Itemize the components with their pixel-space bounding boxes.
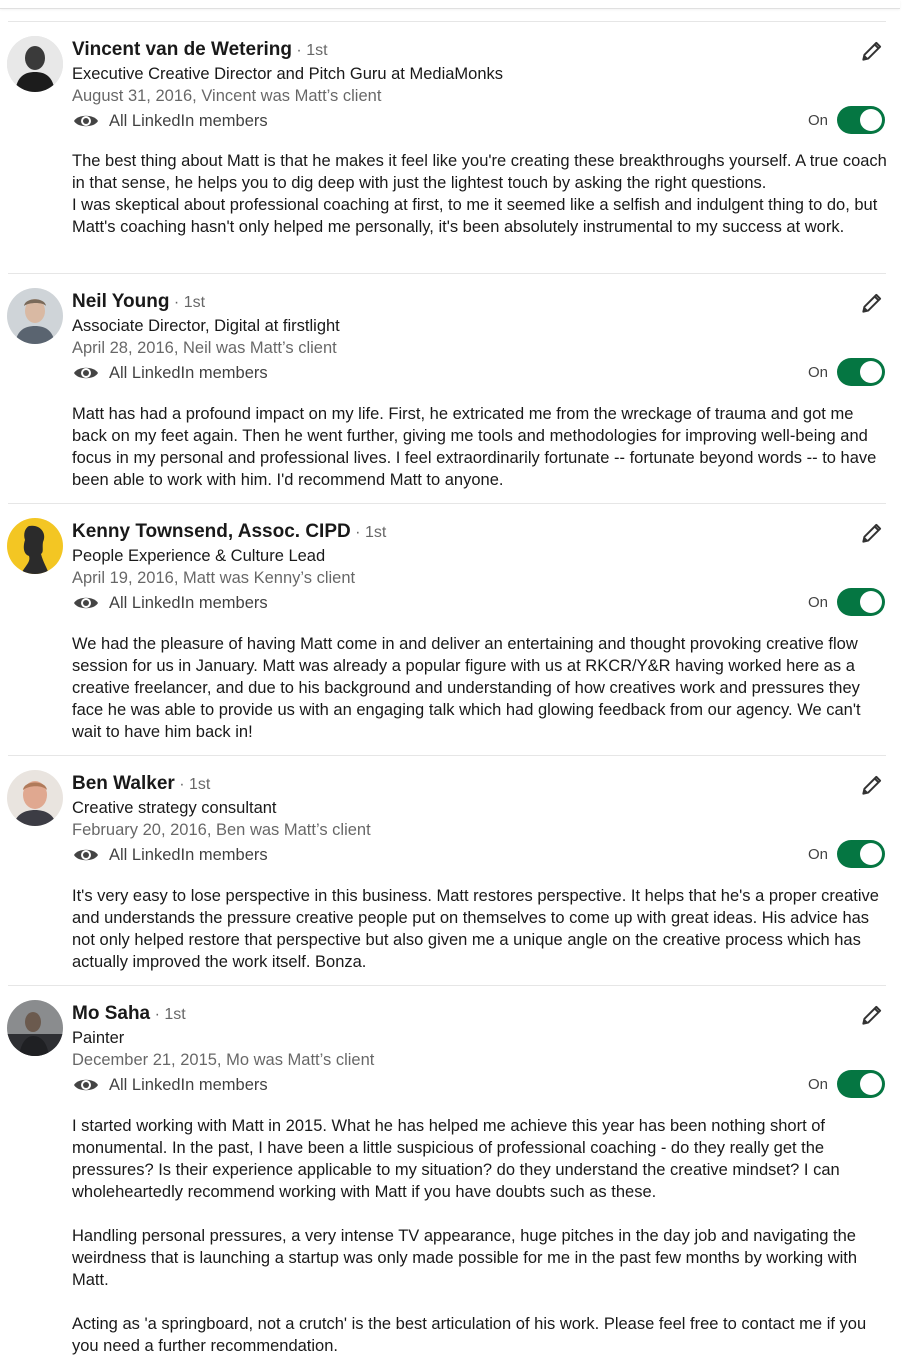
visibility-setting: All LinkedIn members xyxy=(72,842,268,868)
member-headline: Painter xyxy=(72,1029,125,1047)
toggle-switch[interactable] xyxy=(837,588,885,616)
recommendation-text: We had the pleasure of having Matt come … xyxy=(72,633,887,743)
recommendation-paragraph: We had the pleasure of having Matt come … xyxy=(72,635,861,741)
visibility-label: All LinkedIn members xyxy=(109,1075,268,1094)
connection-degree: · 1st xyxy=(173,294,206,311)
edit-button[interactable] xyxy=(859,290,885,316)
recommendation-paragraph: The best thing about Matt is that he mak… xyxy=(72,152,887,192)
avatar[interactable] xyxy=(7,1000,63,1056)
pencil-icon xyxy=(862,775,882,795)
member-headline: People Experience & Culture Lead xyxy=(72,547,326,565)
toggle-label: On xyxy=(807,111,828,129)
edit-button[interactable] xyxy=(859,38,885,64)
eye-icon xyxy=(74,597,98,609)
recommendation-paragraph: I was skeptical about professional coach… xyxy=(72,196,878,236)
toggle-label: On xyxy=(807,845,828,863)
member-name[interactable]: Mo Saha xyxy=(72,1003,150,1024)
toggle-switch[interactable] xyxy=(837,106,885,134)
connection-degree: · 1st xyxy=(179,776,211,793)
recommendation-paragraph: It's very easy to lose perspective in th… xyxy=(72,887,879,971)
toggle-switch[interactable] xyxy=(837,1070,885,1098)
recommendation-date: April 19, 2016, Matt was Kenny’s client xyxy=(72,569,356,587)
eye-icon xyxy=(74,849,98,861)
connection-degree: · 1st xyxy=(296,42,328,59)
toggle-knob xyxy=(860,361,882,383)
recommendation-date: February 20, 2016, Ben was Matt’s client xyxy=(72,821,371,839)
edit-button[interactable] xyxy=(859,520,885,546)
visibility-setting: All LinkedIn members xyxy=(72,590,268,616)
recommendation-paragraph: Handling personal pressures, a very inte… xyxy=(72,1227,858,1289)
member-name[interactable]: Neil Young xyxy=(72,291,169,312)
recommendation-text: Matt has had a profound impact on my lif… xyxy=(72,403,887,491)
recommendation-text: It's very easy to lose perspective in th… xyxy=(72,885,887,973)
avatar[interactable] xyxy=(7,36,63,92)
eye-icon xyxy=(74,367,98,379)
pencil-icon xyxy=(862,293,882,313)
divider xyxy=(8,21,886,22)
member-name[interactable]: Ben Walker xyxy=(72,773,175,794)
avatar[interactable] xyxy=(7,770,63,826)
recommendation-date: December 21, 2015, Mo was Matt’s client xyxy=(72,1051,375,1069)
visibility-label: All LinkedIn members xyxy=(109,363,268,382)
pencil-icon xyxy=(862,41,882,61)
visibility-setting: All LinkedIn members xyxy=(72,108,268,134)
toggle-label: On xyxy=(807,1075,828,1093)
visibility-label: All LinkedIn members xyxy=(109,111,268,130)
edit-button[interactable] xyxy=(859,1002,885,1028)
visibility-setting: All LinkedIn members xyxy=(72,360,268,386)
eye-icon xyxy=(74,115,98,127)
recommendation-paragraph: I started working with Matt in 2015. Wha… xyxy=(72,1117,840,1201)
divider xyxy=(8,273,886,274)
toggle-knob xyxy=(860,109,882,131)
recommendation-text: I started working with Matt in 2015. Wha… xyxy=(72,1115,887,1357)
divider xyxy=(8,985,886,986)
avatar[interactable] xyxy=(7,518,63,574)
member-name[interactable]: Kenny Townsend, Assoc. CIPD xyxy=(72,521,351,542)
toggle-switch[interactable] xyxy=(837,840,885,868)
toggle-switch[interactable] xyxy=(837,358,885,386)
eye-icon xyxy=(74,1079,98,1091)
divider xyxy=(8,755,886,756)
visibility-label: All LinkedIn members xyxy=(109,593,268,612)
visibility-toggle[interactable]: On xyxy=(808,1070,885,1098)
toggle-knob xyxy=(860,1073,882,1095)
toggle-knob xyxy=(860,591,882,613)
divider xyxy=(8,503,886,504)
visibility-toggle[interactable]: On xyxy=(808,106,885,134)
connection-degree: · 1st xyxy=(355,524,387,541)
toggle-knob xyxy=(860,843,882,865)
visibility-setting: All LinkedIn members xyxy=(72,1072,268,1098)
edit-button[interactable] xyxy=(859,772,885,798)
pencil-icon xyxy=(862,1005,882,1025)
member-name[interactable]: Vincent van de Wetering xyxy=(72,39,292,60)
recommendation-text: The best thing about Matt is that he mak… xyxy=(72,150,887,238)
member-headline: Creative strategy consultant xyxy=(72,799,277,817)
recommendation-date: August 31, 2016, Vincent was Matt’s clie… xyxy=(72,87,382,105)
visibility-toggle[interactable]: On xyxy=(808,588,885,616)
recommendation-date: April 28, 2016, Neil was Matt’s client xyxy=(72,339,337,357)
recommendation-paragraph: Matt has had a profound impact on my lif… xyxy=(72,405,877,489)
visibility-label: All LinkedIn members xyxy=(109,845,268,864)
connection-degree: · 1st xyxy=(154,1006,186,1023)
pencil-icon xyxy=(862,523,882,543)
toggle-label: On xyxy=(807,593,828,611)
member-headline: Executive Creative Director and Pitch Gu… xyxy=(72,65,504,83)
avatar[interactable] xyxy=(7,288,63,344)
toggle-label: On xyxy=(807,363,828,381)
recommendation-paragraph: Acting as 'a springboard, not a crutch' … xyxy=(72,1315,867,1355)
visibility-toggle[interactable]: On xyxy=(808,358,885,386)
top-border xyxy=(0,0,900,9)
member-headline: Associate Director, Digital at firstligh… xyxy=(72,317,340,335)
visibility-toggle[interactable]: On xyxy=(808,840,885,868)
